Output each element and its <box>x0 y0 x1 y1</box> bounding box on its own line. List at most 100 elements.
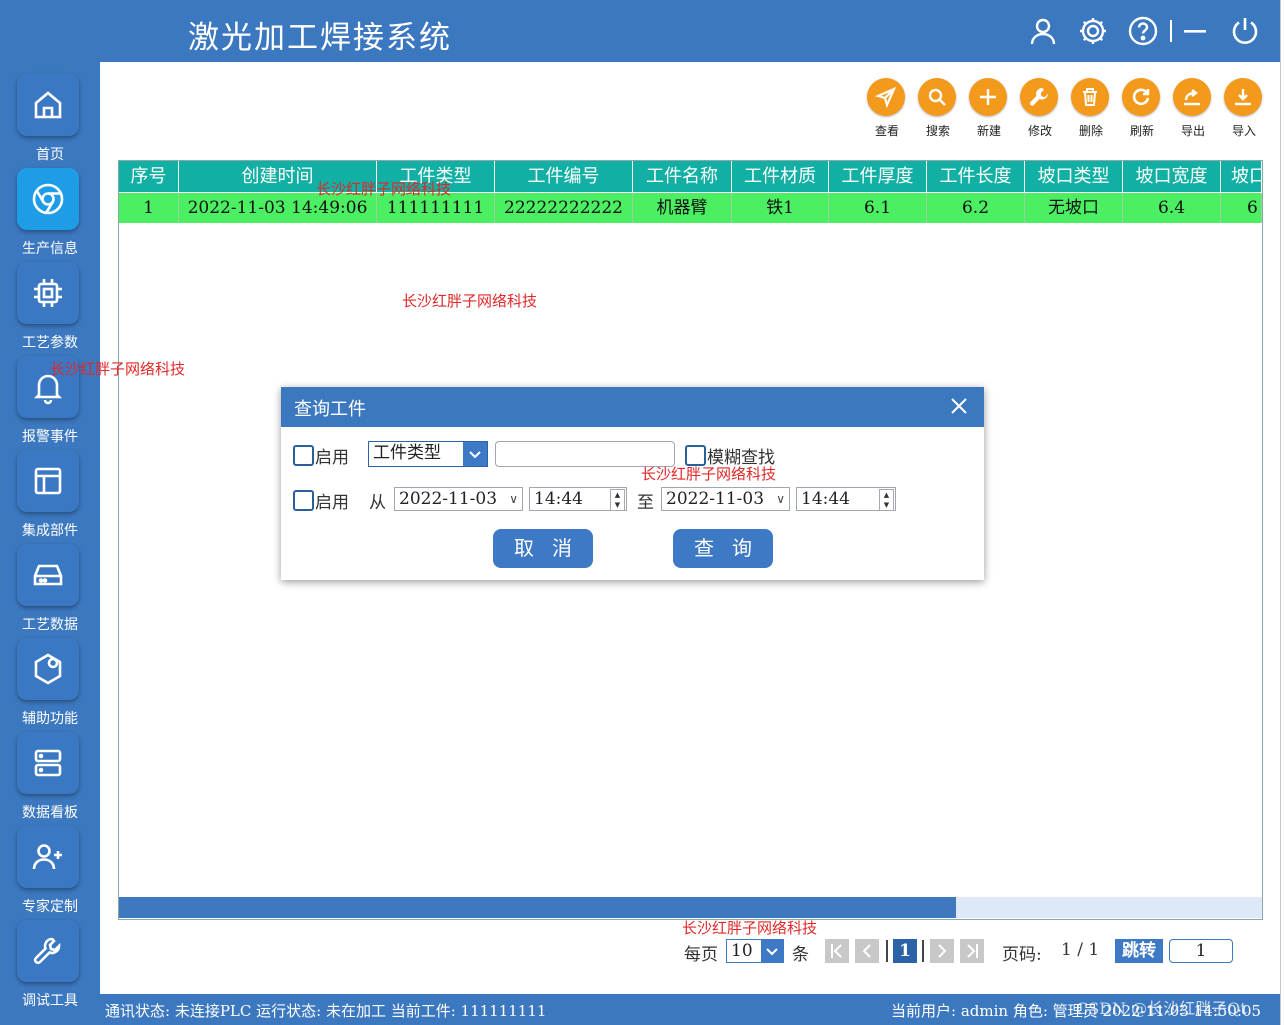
sidebar-item-process-params[interactable]: 工艺参数 <box>0 250 100 351</box>
sidebar: 首页 生产信息 工艺参数 报警事件 集成部件 工艺数据 辅助功能 数据看板 专家… <box>0 62 100 1025</box>
sidebar-item-debug[interactable]: 调试工具 <box>0 908 100 1009</box>
help-icon[interactable] <box>1126 14 1160 48</box>
column-header[interactable]: 工件厚度 <box>829 161 927 192</box>
page-info: 1 / 1 <box>1061 940 1100 960</box>
query-button[interactable]: 查询 <box>673 529 773 568</box>
table-header: 序号 创建时间 工件类型 工件编号 工件名称 工件材质 工件厚度 工件长度 坡口… <box>119 161 1262 192</box>
type-enable-checkbox[interactable] <box>293 445 314 466</box>
send-icon <box>867 78 905 116</box>
page-label: 页码: <box>1002 945 1042 965</box>
type-select[interactable]: 工件类型 <box>368 441 488 467</box>
view-button[interactable]: 查看 <box>862 78 912 140</box>
close-icon[interactable] <box>948 395 970 417</box>
wrench-icon <box>17 920 79 982</box>
jump-page-input[interactable]: 1 <box>1169 939 1233 963</box>
first-page-button[interactable] <box>825 939 849 963</box>
plus-icon <box>969 78 1007 116</box>
current-page-button[interactable]: 1 <box>893 939 917 963</box>
cancel-button[interactable]: 取消 <box>493 529 593 568</box>
from-date-value: 2022-11-03 <box>399 489 498 509</box>
chevron-down-icon: ∨ <box>509 492 518 506</box>
last-page-button[interactable] <box>960 939 984 963</box>
minimize-icon[interactable] <box>1178 14 1212 48</box>
csdn-watermark: CSDN @长沙红胖子Qt <box>1076 999 1247 1018</box>
import-icon <box>1224 78 1262 116</box>
from-label: 从 <box>369 493 386 513</box>
watermark: 长沙红胖子网络科技 <box>682 919 818 937</box>
refresh-icon <box>1122 78 1160 116</box>
import-label: 导入 <box>1231 124 1256 138</box>
sidebar-item-process-data[interactable]: 工艺数据 <box>0 532 100 633</box>
search-label: 搜索 <box>925 124 950 138</box>
import-button[interactable]: 导入 <box>1219 78 1269 140</box>
separator <box>1170 20 1172 42</box>
jump-button[interactable]: 跳转 <box>1115 939 1163 963</box>
export-label: 导出 <box>1180 124 1205 138</box>
column-header[interactable]: 坡口类型 <box>1025 161 1123 192</box>
dialog-title-bar: 查询工件 <box>281 387 984 427</box>
hexagon-icon <box>17 638 79 700</box>
view-label: 查看 <box>874 124 899 138</box>
per-page-label: 每页 <box>684 945 718 965</box>
to-date-value: 2022-11-03 <box>666 489 765 509</box>
table-cell: 1 <box>119 193 179 223</box>
edit-button[interactable]: 修改 <box>1015 78 1065 140</box>
column-header[interactable]: 工件长度 <box>927 161 1025 192</box>
to-date-input[interactable]: 2022-11-03 ∨ <box>661 487 790 511</box>
refresh-label: 刷新 <box>1129 124 1154 138</box>
time-enable-checkbox[interactable] <box>293 490 314 511</box>
scrollbar-thumb[interactable] <box>119 897 956 918</box>
watermark: 长沙红胖子网络科技 <box>316 180 452 198</box>
table-cell: 机器臂 <box>633 193 732 223</box>
table-cell: 6.1 <box>829 193 927 223</box>
from-time-value: 14:44 <box>534 489 583 509</box>
refresh-button[interactable]: 刷新 <box>1117 78 1167 140</box>
sidebar-item-production[interactable]: 生产信息 <box>0 156 100 257</box>
new-button[interactable]: 新建 <box>964 78 1014 140</box>
column-header[interactable]: 工件材质 <box>732 161 829 192</box>
table-row[interactable]: 1 2022-11-03 14:49:06 111111111 22222222… <box>119 193 1262 223</box>
gear-icon[interactable] <box>1076 14 1110 48</box>
sidebar-item-home[interactable]: 首页 <box>0 62 100 163</box>
type-enable-label: 启用 <box>315 448 349 468</box>
sidebar-item-dashboard[interactable]: 数据看板 <box>0 720 100 821</box>
table-cell: 铁1 <box>732 193 829 223</box>
separator <box>886 940 888 962</box>
wrench-icon <box>1020 78 1058 116</box>
power-icon[interactable] <box>1228 14 1262 48</box>
search-button[interactable]: 搜索 <box>913 78 963 140</box>
status-bar: 通讯状态: 未连接PLC 运行状态: 未在加工 当前工件: 111111111 … <box>100 994 1280 1025</box>
sidebar-item-expert[interactable]: 专家定制 <box>0 814 100 915</box>
sidebar-item-auxiliary[interactable]: 辅助功能 <box>0 626 100 727</box>
column-header[interactable]: 坡口宽度 <box>1123 161 1221 192</box>
to-time-input[interactable]: 14:44 ▲ ▼ <box>796 487 896 511</box>
per-page-value: 10 <box>731 941 753 961</box>
table-cell: 22222222222 <box>495 193 633 223</box>
query-dialog: 查询工件 启用 工件类型 模糊查找 长沙红胖子网络科技 启用 从 2022-11… <box>281 387 984 580</box>
export-button[interactable]: 导出 <box>1168 78 1218 140</box>
from-time-input[interactable]: 14:44 ▲ ▼ <box>529 487 627 511</box>
table-cell: 无坡口 <box>1025 193 1123 223</box>
sidebar-item-components[interactable]: 集成部件 <box>0 438 100 539</box>
column-header[interactable]: 序号 <box>119 161 179 192</box>
spin-icon[interactable]: ▲ ▼ <box>610 489 625 511</box>
delete-button[interactable]: 删除 <box>1066 78 1116 140</box>
next-page-button[interactable] <box>930 939 954 963</box>
prev-page-button[interactable] <box>855 939 879 963</box>
column-header[interactable]: 工件名称 <box>633 161 732 192</box>
column-header[interactable]: 坡口 <box>1221 161 1262 192</box>
drive-icon <box>17 544 79 606</box>
new-label: 新建 <box>976 124 1001 138</box>
column-header[interactable]: 工件编号 <box>495 161 633 192</box>
spin-icon[interactable]: ▲ ▼ <box>879 489 894 511</box>
user-icon[interactable] <box>1026 14 1060 48</box>
horizontal-scrollbar[interactable] <box>119 897 1262 918</box>
unit-label: 条 <box>792 945 809 965</box>
to-label: 至 <box>637 493 654 513</box>
table-cell: 6.4 <box>1123 193 1221 223</box>
from-date-input[interactable]: 2022-11-03 ∨ <box>394 487 523 511</box>
per-page-select[interactable]: 10 <box>726 939 784 963</box>
chevron-down-icon: ∨ <box>776 492 785 506</box>
edit-label: 修改 <box>1027 124 1052 138</box>
home-icon <box>17 74 79 136</box>
